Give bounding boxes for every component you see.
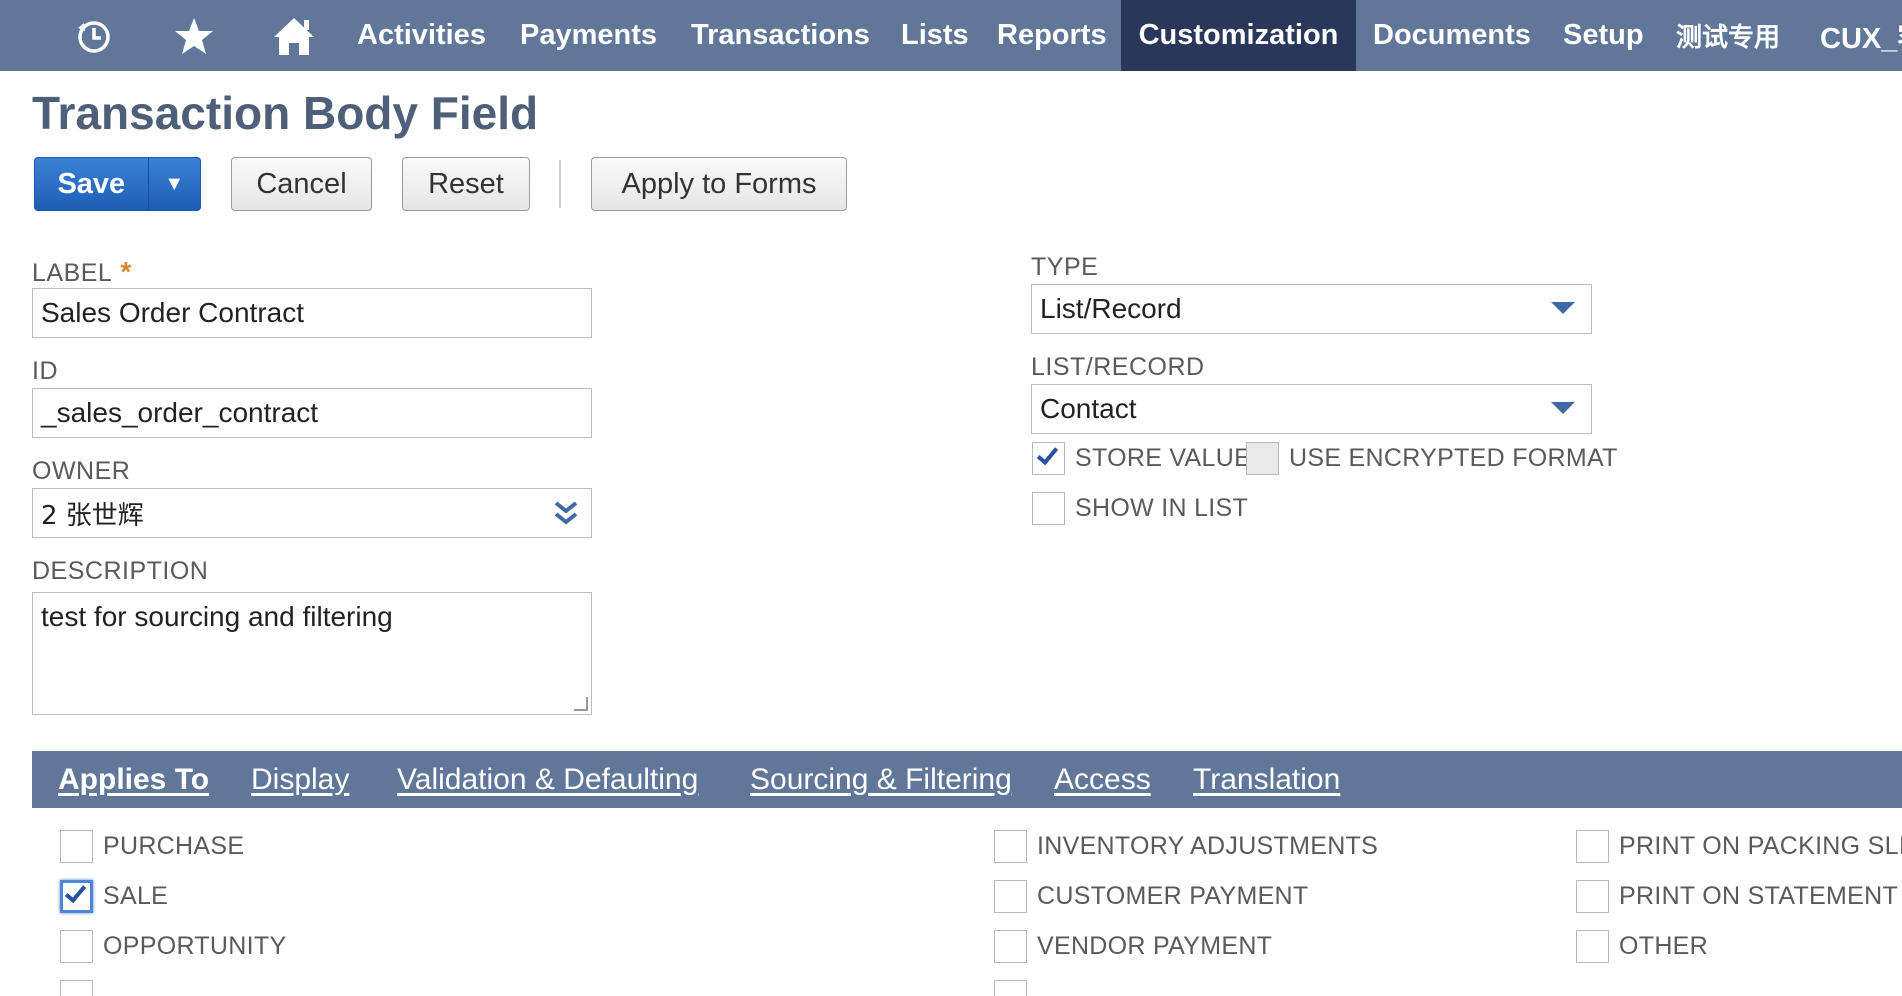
resize-handle-icon[interactable] bbox=[574, 697, 588, 711]
inventory-adjustments-checkbox[interactable] bbox=[994, 830, 1027, 863]
top-nav: Activities Payments Transactions Lists R… bbox=[0, 0, 1902, 71]
id-input[interactable]: _sales_order_contract bbox=[32, 388, 592, 438]
opportunity-label: OPPORTUNITY bbox=[103, 932, 287, 960]
cancel-button[interactable]: Cancel bbox=[231, 157, 372, 211]
tab-access[interactable]: Access bbox=[1054, 751, 1151, 808]
tab-sourcing-filtering[interactable]: Sourcing & Filtering bbox=[750, 751, 1012, 808]
partial-checkbox[interactable] bbox=[60, 980, 93, 996]
nav-documents[interactable]: Documents bbox=[1357, 0, 1547, 71]
purchase-checkbox[interactable] bbox=[60, 830, 93, 863]
show-in-list-label: SHOW IN LIST bbox=[1075, 494, 1249, 522]
save-menu-icon[interactable]: ▼ bbox=[147, 158, 200, 210]
double-chevron-down-icon[interactable] bbox=[553, 499, 579, 532]
nav-payments[interactable]: Payments bbox=[504, 0, 673, 71]
save-button[interactable]: Save ▼ bbox=[34, 157, 201, 211]
sale-checkbox[interactable] bbox=[60, 880, 93, 913]
tab-applies-to[interactable]: Applies To bbox=[58, 751, 209, 808]
home-icon[interactable] bbox=[268, 0, 320, 71]
customer-payment-option[interactable]: CUSTOMER PAYMENT bbox=[994, 880, 1309, 913]
page-title: Transaction Body Field bbox=[32, 87, 539, 139]
type-field-caption: TYPE bbox=[1031, 253, 1099, 281]
nav-reports[interactable]: Reports bbox=[981, 0, 1123, 71]
history-icon[interactable] bbox=[68, 0, 120, 71]
label-input[interactable]: Sales Order Contract bbox=[32, 288, 592, 338]
opportunity-option[interactable]: OPPORTUNITY bbox=[60, 930, 286, 963]
type-select[interactable]: List/Record bbox=[1031, 284, 1592, 334]
owner-value: 2 张世辉 bbox=[41, 500, 144, 531]
store-value-label: STORE VALUE bbox=[1075, 444, 1252, 472]
store-value-option[interactable]: STORE VALUE bbox=[1032, 442, 1251, 475]
print-on-packing-slip-option[interactable]: PRINT ON PACKING SLIP bbox=[1576, 830, 1902, 863]
reset-button[interactable]: Reset bbox=[402, 157, 530, 211]
nav-customization[interactable]: Customization bbox=[1121, 0, 1356, 71]
tab-display[interactable]: Display bbox=[251, 751, 349, 808]
use-encrypted-option[interactable]: USE ENCRYPTED FORMAT bbox=[1246, 442, 1618, 475]
purchase-label: PURCHASE bbox=[103, 832, 245, 860]
print-on-statement-checkbox[interactable] bbox=[1576, 880, 1609, 913]
other-label: OTHER bbox=[1619, 932, 1708, 960]
vendor-payment-checkbox[interactable] bbox=[994, 930, 1027, 963]
subtab-bar: Applies To Display Validation & Defaulti… bbox=[32, 751, 1902, 808]
id-field-caption: ID bbox=[32, 357, 58, 385]
sale-option[interactable]: SALE bbox=[60, 880, 168, 913]
opportunity-checkbox[interactable] bbox=[60, 930, 93, 963]
type-value: List/Record bbox=[1040, 293, 1182, 324]
checkmark-icon bbox=[1036, 442, 1059, 466]
store-value-checkbox[interactable] bbox=[1032, 442, 1065, 475]
show-in-list-checkbox[interactable] bbox=[1032, 492, 1065, 525]
nav-activities[interactable]: Activities bbox=[341, 0, 502, 71]
toolbar-divider bbox=[559, 160, 561, 208]
nav-transactions[interactable]: Transactions bbox=[675, 0, 886, 71]
show-in-list-option[interactable]: SHOW IN LIST bbox=[1032, 492, 1248, 525]
tab-translation[interactable]: Translation bbox=[1193, 751, 1340, 808]
save-button-label[interactable]: Save bbox=[35, 158, 148, 210]
partial-checkbox[interactable] bbox=[994, 980, 1027, 996]
owner-field-caption: OWNER bbox=[32, 457, 131, 485]
description-textarea[interactable]: test for sourcing and filtering bbox=[32, 592, 592, 715]
list-record-select[interactable]: Contact bbox=[1031, 384, 1592, 434]
owner-select[interactable]: 2 张世辉 bbox=[32, 488, 592, 538]
print-on-packing-slip-label: PRINT ON PACKING SLIP bbox=[1619, 832, 1902, 860]
customer-payment-checkbox[interactable] bbox=[994, 880, 1027, 913]
nav-test[interactable]: 测试专用 bbox=[1660, 0, 1796, 71]
inventory-adjustments-label: INVENTORY ADJUSTMENTS bbox=[1037, 832, 1379, 860]
description-value: test for sourcing and filtering bbox=[41, 601, 393, 632]
dropdown-arrow-icon[interactable] bbox=[1551, 302, 1575, 314]
required-marker: * bbox=[120, 256, 132, 287]
other-option[interactable]: OTHER bbox=[1576, 930, 1708, 963]
label-field-caption: LABEL * bbox=[32, 256, 132, 288]
print-on-statement-label: PRINT ON STATEMENT bbox=[1619, 882, 1899, 910]
nav-lists[interactable]: Lists bbox=[885, 0, 985, 71]
nav-cux[interactable]: CUX_客 bbox=[1804, 0, 1902, 71]
vendor-payment-option[interactable]: VENDOR PAYMENT bbox=[994, 930, 1272, 963]
other-checkbox[interactable] bbox=[1576, 930, 1609, 963]
customer-payment-label: CUSTOMER PAYMENT bbox=[1037, 882, 1309, 910]
checkmark-icon bbox=[64, 880, 87, 904]
apply-to-forms-button[interactable]: Apply to Forms bbox=[591, 157, 847, 211]
label-caption-text: LABEL bbox=[32, 259, 113, 287]
list-record-field-caption: LIST/RECORD bbox=[1031, 353, 1205, 381]
print-on-packing-slip-checkbox[interactable] bbox=[1576, 830, 1609, 863]
tab-validation-defaulting[interactable]: Validation & Defaulting bbox=[397, 751, 698, 808]
nav-setup[interactable]: Setup bbox=[1547, 0, 1660, 71]
inventory-adjustments-option[interactable]: INVENTORY ADJUSTMENTS bbox=[994, 830, 1378, 863]
use-encrypted-label: USE ENCRYPTED FORMAT bbox=[1289, 444, 1618, 472]
vendor-payment-label: VENDOR PAYMENT bbox=[1037, 932, 1273, 960]
dropdown-arrow-icon[interactable] bbox=[1551, 402, 1575, 414]
list-record-value: Contact bbox=[1040, 393, 1137, 424]
description-field-caption: DESCRIPTION bbox=[32, 557, 209, 585]
sale-label: SALE bbox=[103, 882, 169, 910]
star-icon[interactable] bbox=[168, 0, 220, 71]
purchase-option[interactable]: PURCHASE bbox=[60, 830, 244, 863]
print-on-statement-option[interactable]: PRINT ON STATEMENT bbox=[1576, 880, 1898, 913]
use-encrypted-checkbox[interactable] bbox=[1246, 442, 1279, 475]
